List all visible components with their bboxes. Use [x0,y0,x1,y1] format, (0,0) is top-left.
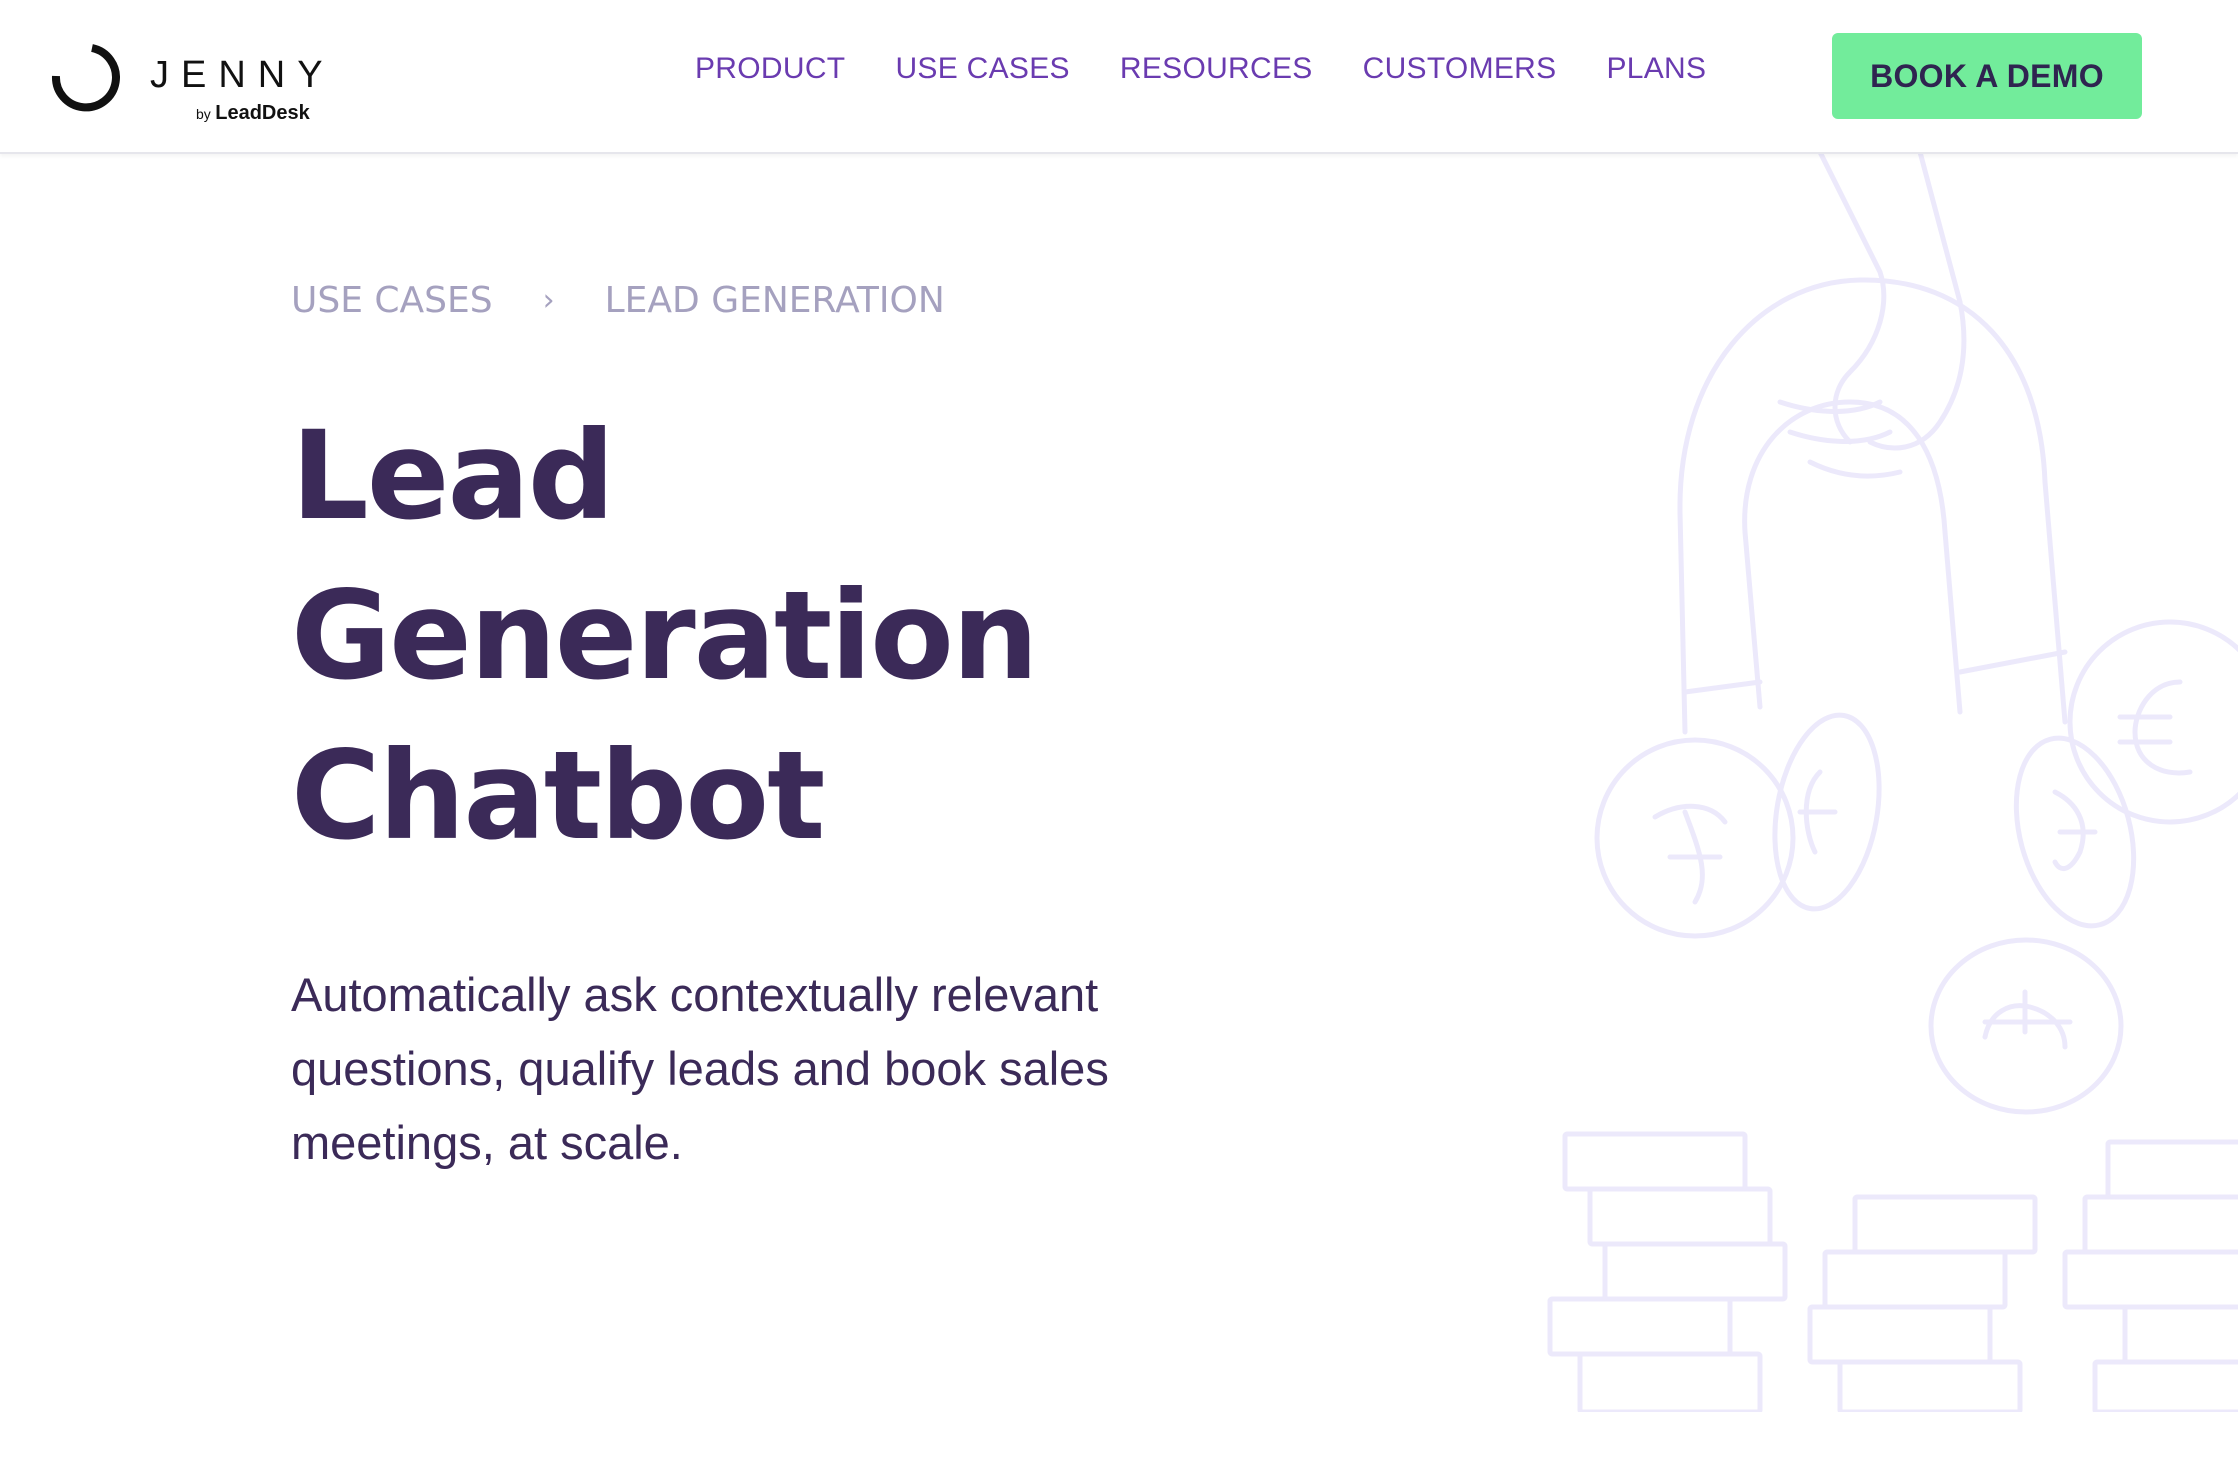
breadcrumb-lead-generation[interactable]: LEAD GENERATION [605,280,945,321]
logo-name: JENNY [150,54,335,96]
main-nav: PRODUCT USE CASES RESOURCES CUSTOMERS PL… [695,52,1756,86]
hero-section: USE CASES › LEAD GENERATION Lead Generat… [291,270,1191,1227]
logo-byline: by LeadDesk [196,102,310,125]
hero-subtitle: Automatically ask contextually relevant … [291,967,1109,1169]
jenny-logo[interactable]: JENNY by LeadDesk [50,44,330,124]
chevron-right-icon: › [542,282,555,318]
title-line: Lead [291,405,615,547]
magnet-coins-illustration [1547,152,2238,1412]
title-line: Chatbot [291,725,826,867]
ring-logo-icon [51,44,120,112]
nav-item-resources[interactable]: RESOURCES [1120,52,1313,86]
nav-item-product[interactable]: PRODUCT [695,52,845,86]
breadcrumb: USE CASES › LEAD GENERATION [291,270,1191,330]
nav-item-use-cases[interactable]: USE CASES [895,52,1069,86]
logo-by-text: by [196,106,211,122]
logo-brand-text: LeadDesk [215,102,310,124]
nav-item-plans[interactable]: PLANS [1606,52,1706,86]
page-title: Lead Generation Chatbot [291,396,1191,876]
title-line: Generation [291,565,1039,707]
breadcrumb-use-cases[interactable]: USE CASES [291,280,493,321]
book-demo-button[interactable]: BOOK A DEMO [1832,33,2142,119]
site-header: JENNY by LeadDesk PRODUCT USE CASES RESO… [0,0,2238,154]
nav-item-customers[interactable]: CUSTOMERS [1363,52,1557,86]
page: JENNY by LeadDesk PRODUCT USE CASES RESO… [0,0,2238,1474]
